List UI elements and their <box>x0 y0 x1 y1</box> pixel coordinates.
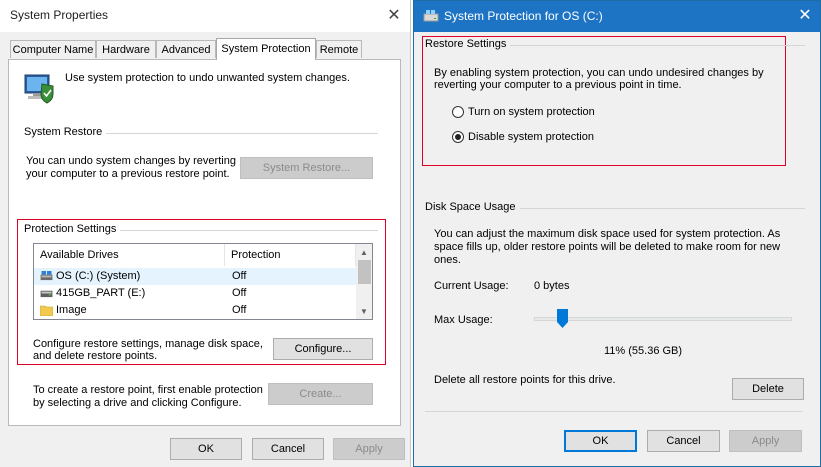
table-row[interactable]: 415GB_PART (E:) Off <box>34 285 356 302</box>
disable-protection-label[interactable]: Disable system protection <box>468 130 594 144</box>
column-header-label: Available Drives <box>40 249 119 261</box>
drive-name: 415GB_PART (E:) <box>56 287 146 299</box>
disk-space-description: space fills up, older restore points wil… <box>434 241 781 253</box>
system-properties-dialog: System Properties ✕ Computer Name Hardwa… <box>0 0 411 467</box>
delete-description: Delete all restore points for this drive… <box>434 374 616 386</box>
configure-description: and delete restore points. <box>33 350 158 362</box>
apply-button[interactable]: Apply <box>333 438 405 460</box>
max-usage-slider-thumb[interactable] <box>556 309 568 328</box>
button-label: Apply <box>355 443 383 455</box>
system-restore-description: You can undo system changes by reverting <box>26 155 236 167</box>
footer-divider <box>425 411 803 412</box>
system-restore-group-label: System Restore <box>24 126 107 138</box>
intro-text: Use system protection to undo unwanted s… <box>65 72 350 84</box>
tab-label: Advanced <box>161 44 211 56</box>
tab-advanced[interactable]: Advanced <box>156 40 216 58</box>
column-header-label: Protection <box>231 249 281 261</box>
turn-on-protection-radio[interactable] <box>452 106 464 118</box>
button-label: Delete <box>752 383 784 395</box>
scroll-thumb[interactable] <box>358 260 371 284</box>
table-row[interactable]: OS (C:) (System) Off <box>34 268 356 285</box>
turn-on-protection-label[interactable]: Turn on system protection <box>468 105 595 119</box>
drive-icon <box>423 10 439 22</box>
scroll-up-icon[interactable]: ▲ <box>360 248 368 257</box>
max-usage-slider-track[interactable] <box>534 317 792 321</box>
max-usage-label: Max Usage: <box>434 314 493 326</box>
ok-button[interactable]: OK <box>564 430 637 452</box>
button-label: System Restore... <box>262 162 351 174</box>
restore-settings-description: reverting your computer to a previous po… <box>434 79 682 91</box>
table-row[interactable]: Image Off <box>34 302 356 319</box>
create-description: To create a restore point, first enable … <box>33 384 263 396</box>
restore-settings-group-label: Restore Settings <box>425 38 511 50</box>
apply-button[interactable]: Apply <box>729 430 802 452</box>
current-usage-value: 0 bytes <box>534 280 570 292</box>
max-usage-value: 11% (55.36 GB) <box>604 345 683 357</box>
close-icon[interactable]: ✕ <box>382 4 406 28</box>
dialog-title: System Protection for OS (C:) <box>444 9 603 23</box>
create-button[interactable]: Create... <box>268 383 373 405</box>
system-protection-icon <box>24 74 54 104</box>
button-label: OK <box>592 435 609 447</box>
system-drive-icon <box>40 271 53 281</box>
tab-label: Computer Name <box>12 44 94 56</box>
drive-protection: Off <box>232 270 247 282</box>
button-label: Configure... <box>294 343 352 355</box>
tab-hardware[interactable]: Hardware <box>96 40 156 58</box>
disk-space-description: You can adjust the maximum disk space us… <box>434 228 781 240</box>
dialog-title: System Properties <box>10 8 109 22</box>
close-icon[interactable]: ✕ <box>794 5 816 27</box>
cancel-button[interactable]: Cancel <box>647 430 720 452</box>
highlight-box <box>422 36 786 166</box>
column-header-drives[interactable]: Available Drives <box>34 244 225 266</box>
folder-icon <box>40 305 53 316</box>
tab-computer-name[interactable]: Computer Name <box>10 40 96 58</box>
create-description: by selecting a drive and clicking Config… <box>33 397 242 409</box>
scroll-down-icon[interactable]: ▼ <box>360 307 368 316</box>
vertical-scrollbar[interactable]: ▲ ▼ <box>356 244 372 319</box>
tab-label: System Protection <box>221 43 311 55</box>
button-label: Cancel <box>666 435 701 447</box>
button-label: Apply <box>751 435 780 447</box>
system-protection-titlebar[interactable]: System Protection for OS (C:) ✕ <box>414 1 820 32</box>
drive-name: OS (C:) (System) <box>56 270 141 282</box>
cancel-button[interactable]: Cancel <box>252 438 324 460</box>
button-label: Cancel <box>270 443 306 455</box>
system-protection-dialog: System Protection for OS (C:) ✕ Restore … <box>413 0 821 467</box>
ok-button[interactable]: OK <box>170 438 242 460</box>
radio-selected-dot <box>455 134 461 140</box>
system-restore-button[interactable]: System Restore... <box>240 157 373 179</box>
protection-settings-group-label: Protection Settings <box>24 223 121 235</box>
drive-protection: Off <box>232 304 247 316</box>
disk-space-description: ones. <box>434 254 461 266</box>
configure-button[interactable]: Configure... <box>273 338 373 360</box>
drives-list[interactable]: Available Drives Protection OS (C:) (Sys… <box>33 243 373 320</box>
drive-icon <box>40 290 53 298</box>
drive-protection: Off <box>232 287 247 299</box>
tab-label: Remote <box>319 44 359 56</box>
button-label: OK <box>198 443 214 455</box>
tab-system-protection[interactable]: System Protection <box>216 38 316 60</box>
drive-name: Image <box>56 304 87 316</box>
tab-label: Hardware <box>102 44 150 56</box>
tab-remote[interactable]: Remote <box>316 40 362 58</box>
button-label: Create... <box>299 388 342 400</box>
system-properties-titlebar[interactable]: System Properties ✕ <box>0 0 410 32</box>
column-header-protection[interactable]: Protection <box>225 244 356 266</box>
disable-protection-radio[interactable] <box>452 131 464 143</box>
system-restore-description: your computer to a previous restore poin… <box>26 168 230 180</box>
disk-space-group-label: Disk Space Usage <box>425 201 520 213</box>
current-usage-label: Current Usage: <box>434 280 509 292</box>
delete-button[interactable]: Delete <box>732 378 804 400</box>
